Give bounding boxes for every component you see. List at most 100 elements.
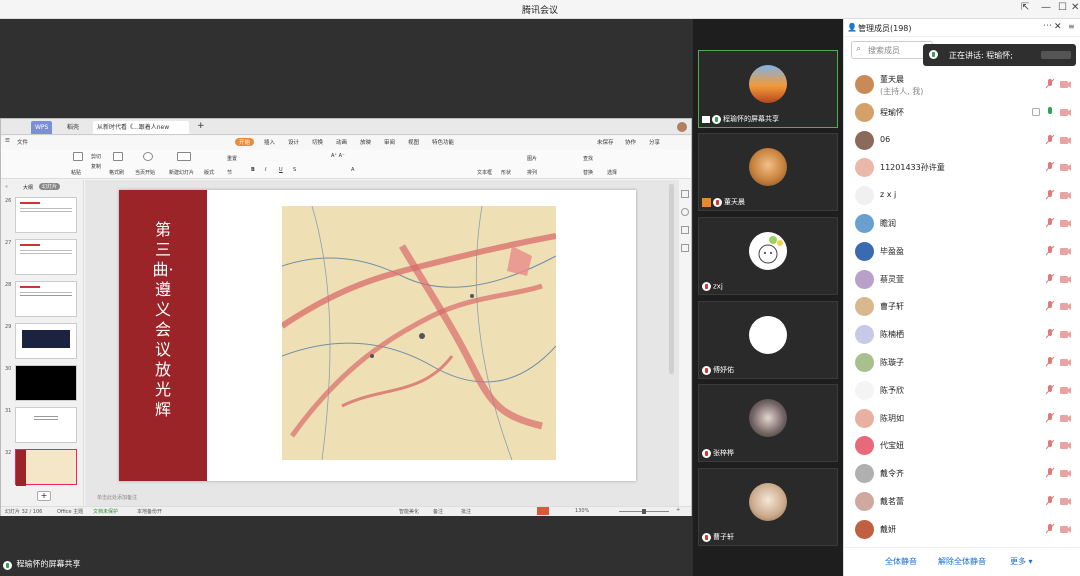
beautify-button[interactable]: 智能美化 — [399, 508, 419, 515]
camera-off-icon[interactable] — [1060, 303, 1071, 311]
arrange-button[interactable]: 排列 — [527, 169, 537, 176]
video-tile[interactable]: 曹子轩 — [698, 468, 838, 546]
microphone-muted-icon[interactable] — [1045, 217, 1055, 228]
member-row[interactable]: 蔡灵萱 — [844, 266, 1080, 293]
new-slide-button[interactable]: 新建幻灯片 — [169, 169, 194, 176]
reset-button[interactable]: 重置 — [227, 155, 237, 162]
member-row[interactable]: 毕盈盈 — [844, 238, 1080, 265]
more-button[interactable]: 更多 ▾ — [1010, 556, 1033, 567]
camera-off-icon[interactable] — [1060, 136, 1071, 144]
slide-thumbnail[interactable] — [15, 365, 77, 401]
add-slide-button[interactable]: + — [37, 491, 51, 501]
video-tile[interactable]: 董天晨 — [698, 133, 838, 211]
microphone-muted-icon[interactable] — [1045, 273, 1055, 284]
menu-animation[interactable]: 动画 — [336, 138, 347, 146]
member-row[interactable]: 陈璇子 — [844, 349, 1080, 376]
microphone-muted-icon[interactable] — [1045, 440, 1055, 450]
camera-off-icon[interactable] — [1060, 414, 1071, 422]
copy-button[interactable]: 复制 — [91, 163, 101, 170]
camera-off-icon[interactable] — [1060, 470, 1071, 478]
camera-off-icon[interactable] — [1060, 359, 1071, 366]
slide-thumbnail[interactable] — [15, 239, 77, 275]
member-row[interactable]: 戴茗蕾 — [844, 488, 1080, 515]
unmute-all-button[interactable]: 解除全体静音 — [938, 556, 986, 567]
camera-off-icon[interactable] — [1060, 192, 1071, 200]
slide-thumbnail[interactable] — [15, 281, 77, 317]
microphone-muted-icon[interactable] — [1045, 245, 1055, 256]
font-size-increase-icon[interactable]: A⁺ A⁻ — [331, 153, 345, 159]
menu-view[interactable]: 视图 — [408, 138, 419, 146]
video-tile[interactable]: zxj — [698, 217, 838, 295]
microphone-muted-icon[interactable] — [1045, 523, 1055, 534]
microphone-muted-icon[interactable] — [1045, 78, 1055, 89]
slide-thumbnail[interactable] — [15, 407, 77, 443]
search-input[interactable]: ⌕ 搜索成员 — [851, 41, 933, 59]
member-row[interactable]: 瞻润 — [844, 210, 1080, 237]
menu-icon[interactable]: ☰ — [5, 138, 10, 144]
wps-home-tab[interactable]: WPS — [31, 121, 53, 134]
member-row[interactable]: 戴令齐 — [844, 460, 1080, 487]
textbox-button[interactable]: 文本框 — [477, 169, 492, 176]
camera-off-icon[interactable] — [1060, 525, 1071, 533]
menu-insert[interactable]: 插入 — [264, 138, 275, 146]
camera-off-icon[interactable] — [1060, 275, 1071, 283]
shape-button[interactable]: 形状 — [501, 169, 511, 176]
play-from-current-button[interactable]: 当页开始 — [135, 169, 155, 176]
slide-thumbnail-selected[interactable] — [15, 449, 77, 486]
notes-placeholder[interactable]: 单击此处添加备注 — [97, 494, 137, 501]
member-row[interactable]: 06 — [844, 127, 1080, 154]
more-options-icon[interactable]: ⋯ — [1043, 21, 1052, 31]
select-button[interactable]: 选择 — [607, 169, 617, 176]
zoom-in-button[interactable]: + — [676, 507, 680, 513]
menu-review[interactable]: 审阅 — [384, 138, 395, 146]
document-tab[interactable]: 从新时代看《...跟着人new — [93, 121, 189, 134]
section-button[interactable]: 节 — [227, 169, 232, 176]
camera-off-icon[interactable] — [1060, 81, 1071, 88]
tool-icon[interactable] — [681, 226, 689, 234]
video-tile[interactable]: 傅妤佑 — [698, 301, 838, 379]
protect-status[interactable]: 文档未保护 — [93, 508, 118, 515]
tool-icon[interactable] — [681, 244, 689, 252]
member-row[interactable]: 陈予欣 — [844, 377, 1080, 404]
microphone-muted-icon[interactable] — [1045, 384, 1055, 395]
pin-icon[interactable]: ⇱ — [1021, 2, 1029, 13]
microphone-muted-icon[interactable] — [1045, 412, 1055, 423]
menu-transition[interactable]: 切换 — [312, 138, 323, 146]
backup-status[interactable]: 本地备份开 — [137, 508, 162, 515]
camera-off-icon[interactable] — [1060, 331, 1071, 339]
slide-thumbnail[interactable] — [15, 323, 77, 359]
share-button[interactable]: 分享 — [649, 138, 660, 146]
microphone-muted-icon[interactable] — [1045, 162, 1055, 172]
unsaved-status[interactable]: 未保存 — [597, 138, 614, 146]
video-tile[interactable]: 程瑜怀的屏幕共享 — [698, 50, 838, 128]
replace-button[interactable]: 替换 — [583, 169, 593, 176]
user-avatar[interactable] — [677, 122, 687, 132]
collapse-icon[interactable]: « — [5, 184, 8, 190]
minimize-button[interactable]: — — [1041, 2, 1051, 13]
camera-off-icon[interactable] — [1060, 247, 1071, 255]
collaborate-button[interactable]: 协作 — [625, 138, 636, 146]
menu-home[interactable]: 开始 — [235, 138, 255, 146]
menu-file[interactable]: 文件 — [17, 138, 28, 146]
outline-tab[interactable]: 大纲 — [23, 184, 33, 191]
menu-slideshow[interactable]: 放映 — [360, 138, 371, 146]
paste-icon[interactable] — [73, 152, 83, 161]
video-tile[interactable]: 张梓桦 — [698, 384, 838, 462]
microphone-muted-icon[interactable] — [1045, 134, 1055, 145]
current-slide[interactable]: 第三曲·遵义会议放光辉 — [119, 190, 636, 481]
camera-off-icon[interactable] — [1060, 442, 1071, 450]
camera-off-icon[interactable] — [1060, 108, 1071, 116]
menu-special[interactable]: 特色功能 — [432, 138, 454, 146]
tool-icon[interactable] — [681, 208, 689, 216]
microphone-muted-icon[interactable] — [1045, 328, 1055, 339]
member-row[interactable]: 11201433孙许童 — [844, 154, 1080, 181]
microphone-muted-icon[interactable] — [1045, 189, 1055, 200]
microphone-muted-icon[interactable] — [1045, 356, 1055, 367]
tool-icon[interactable] — [681, 190, 689, 198]
daoke-tab[interactable]: 稻壳 — [63, 121, 83, 134]
maximize-button[interactable]: ☐ — [1058, 2, 1067, 13]
format-painter-icon[interactable] — [113, 152, 123, 161]
play-button[interactable] — [537, 507, 549, 515]
layout-button[interactable]: 版式 — [204, 169, 214, 176]
find-button[interactable]: 查找 — [583, 155, 593, 162]
